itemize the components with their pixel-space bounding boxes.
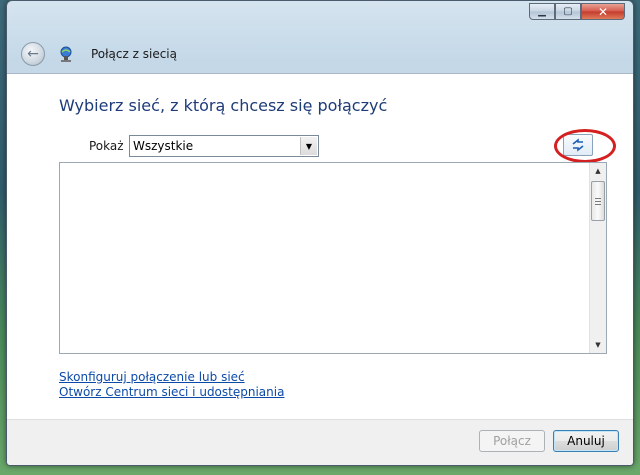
maximize-button[interactable]: ▢ xyxy=(555,3,581,20)
network-center-link[interactable]: Otwórz Centrum sieci i udostępniania xyxy=(59,385,284,399)
close-button[interactable]: ✕ xyxy=(581,3,625,20)
scroll-up-icon[interactable]: ▲ xyxy=(590,163,606,179)
content-pane: Wybierz sieć, z którą chcesz się połączy… xyxy=(7,73,633,419)
close-icon: ✕ xyxy=(597,4,609,19)
navigation-bar: ← Połącz z siecią xyxy=(7,37,633,71)
caption-buttons: ▁ ▢ ✕ xyxy=(529,3,625,20)
refresh-icon xyxy=(572,138,584,152)
minimize-icon: ▁ xyxy=(538,6,546,17)
minimize-button[interactable]: ▁ xyxy=(529,3,555,20)
connect-button[interactable]: Połącz xyxy=(479,430,545,452)
vertical-scrollbar[interactable]: ▲ ▼ xyxy=(589,163,606,353)
refresh-button[interactable] xyxy=(563,134,593,156)
scroll-down-icon[interactable]: ▼ xyxy=(590,337,606,353)
scroll-thumb[interactable] xyxy=(591,181,605,221)
configure-connection-link[interactable]: Skonfiguruj połączenie lub sieć xyxy=(59,370,245,384)
window-title: Połącz z siecią xyxy=(91,47,177,61)
dialog-footer: Połącz Anuluj xyxy=(7,419,633,465)
chevron-down-icon: ▼ xyxy=(300,137,317,155)
show-label: Pokaż xyxy=(89,139,124,153)
back-button[interactable]: ← xyxy=(21,42,45,66)
network-list[interactable]: ▲ ▼ xyxy=(59,162,607,354)
show-filter-value: Wszystkie xyxy=(133,139,194,153)
page-heading: Wybierz sieć, z którą chcesz się połączy… xyxy=(59,96,388,115)
network-icon xyxy=(60,46,72,62)
show-filter-dropdown[interactable]: Wszystkie ▼ xyxy=(129,135,319,157)
back-arrow-icon: ← xyxy=(27,46,39,62)
connect-to-network-window: ▁ ▢ ✕ ← Połącz z siecią Wybierz sieć, z … xyxy=(6,0,634,466)
cancel-button[interactable]: Anuluj xyxy=(553,430,619,452)
maximize-icon: ▢ xyxy=(563,6,573,17)
